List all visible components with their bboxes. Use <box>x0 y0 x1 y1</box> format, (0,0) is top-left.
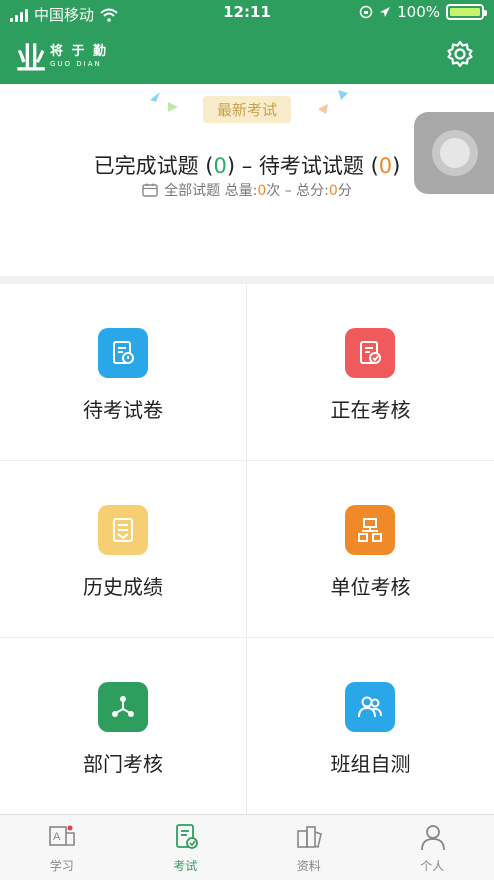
exam-summary-panel: 最新考试 已完成试题 (0) – 待考试试题 (0) 全部试题 总量:0次 – … <box>0 84 494 276</box>
grid-item-label: 历史成绩 <box>83 575 163 599</box>
materials-icon <box>297 826 322 849</box>
total-count: 0 <box>257 183 267 199</box>
grid-item-label: 班组自测 <box>330 752 411 776</box>
location-icon <box>380 7 391 17</box>
all-questions-label: 全部试题 <box>164 183 221 199</box>
tab-label: 资料 <box>296 859 321 873</box>
tab-materials[interactable]: 资料 <box>247 815 371 880</box>
history-scores-icon <box>98 505 148 555</box>
feature-grid: 待考试卷 正在考核 历史成绩 单位考核 部门考核 班组自测 <box>0 284 494 815</box>
grid-item-label: 正在考核 <box>330 398 411 422</box>
tab-label: 个人 <box>420 859 445 873</box>
grid-item-history-scores[interactable]: 历史成绩 <box>0 461 247 638</box>
logo-text: 将 于 勤 GUO DIAN <box>50 45 108 68</box>
completed-label: 已完成试题 <box>93 154 199 178</box>
tab-label: 学习 <box>49 859 74 873</box>
svg-text:A: A <box>53 831 61 843</box>
score-label: 总分: <box>296 183 329 199</box>
grid-item-department-assessment[interactable]: 部门考核 <box>0 638 247 815</box>
grid-item-team-self-test[interactable]: 班组自测 <box>247 638 494 815</box>
status-right: 100% <box>359 3 487 21</box>
tab-study[interactable]: A 学习 <box>0 815 124 880</box>
grid-item-label: 待考试卷 <box>83 398 163 422</box>
total-label: 总量: <box>224 183 258 199</box>
tab-profile[interactable]: 个人 <box>371 815 494 880</box>
section-divider <box>0 276 494 284</box>
completed-count: 0 <box>213 154 227 178</box>
rotation-lock-icon <box>359 5 373 19</box>
calendar-icon <box>142 183 158 197</box>
top-bar: 中国移动 12:11 100% 业 将 于 勤 GUO DIAN <box>0 0 494 84</box>
in-progress-icon <box>345 328 395 378</box>
score-sep: – <box>284 183 292 199</box>
score-value: 0 <box>328 183 338 199</box>
score-unit: 分 <box>337 183 352 199</box>
department-assessment-icon <box>98 682 148 732</box>
grid-item-label: 部门考核 <box>83 752 163 776</box>
exam-icon <box>175 824 198 849</box>
settings-gear-icon[interactable] <box>446 40 474 68</box>
pending-count: 0 <box>378 154 393 178</box>
battery-icon <box>446 4 487 20</box>
counts-dash: – <box>241 154 253 178</box>
tab-label: 考试 <box>173 859 198 873</box>
battery-percent: 100% <box>397 3 440 21</box>
unit-assessment-icon <box>345 505 395 555</box>
bottom-tab-bar: A 学习 考试 资料 个人 <box>0 814 494 880</box>
latest-exam-flag: 最新考试 <box>202 96 291 123</box>
logo-cn: 将 于 勤 <box>50 43 109 59</box>
pending-papers-icon <box>98 328 148 378</box>
grid-item-in-progress[interactable]: 正在考核 <box>247 284 494 461</box>
logo-mark: 业 <box>16 42 46 77</box>
team-self-test-icon <box>345 682 395 732</box>
app-logo: 业 将 于 勤 GUO DIAN <box>16 36 108 77</box>
grid-item-label: 单位考核 <box>330 575 411 599</box>
total-unit: 次 <box>266 183 281 199</box>
logo-en: GUO DIAN <box>50 59 102 68</box>
profile-icon <box>420 825 445 851</box>
grid-item-pending-papers[interactable]: 待考试卷 <box>0 284 247 461</box>
tab-exam[interactable]: 考试 <box>124 815 248 880</box>
pending-label: 待考试试题 <box>258 154 364 178</box>
study-icon: A <box>49 825 75 846</box>
assistive-touch-button[interactable] <box>414 112 494 194</box>
status-bar: 中国移动 12:11 100% <box>0 0 494 26</box>
grid-item-unit-assessment[interactable]: 单位考核 <box>247 461 494 638</box>
